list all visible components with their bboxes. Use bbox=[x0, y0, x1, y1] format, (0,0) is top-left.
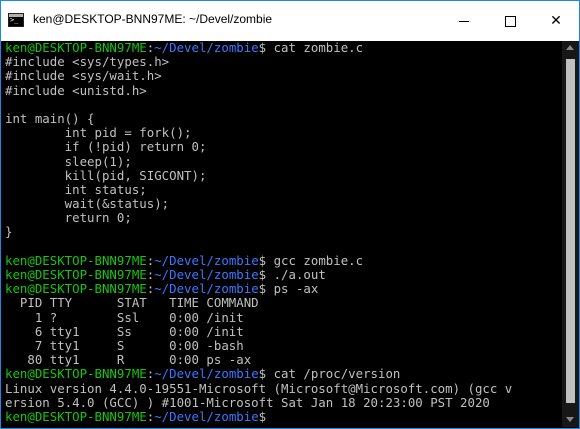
prompt-user: ken@DESKTOP-BNN97ME bbox=[5, 408, 147, 424]
terminal-window: ken@DESKTOP-BNN97ME: ~/Devel/zombie ✕ ke… bbox=[0, 0, 580, 429]
command-text: $ ./a.out bbox=[258, 267, 326, 282]
output-line: 1 ? Ssl 0:00 /init bbox=[5, 309, 555, 325]
prompt-path: ~/Devel/zombie bbox=[154, 41, 259, 55]
output-text: 7 tty1 S 0:00 -bash bbox=[5, 337, 244, 353]
prompt-path: ~/Devel/zombie bbox=[154, 281, 259, 297]
output-text: if (!pid) return 0; bbox=[5, 139, 207, 155]
scroll-up-arrow-icon[interactable] bbox=[566, 45, 574, 50]
prompt-user: ken@DESKTOP-BNN97ME bbox=[5, 366, 147, 382]
prompt-path: ~/Devel/zombie bbox=[154, 366, 259, 382]
command-text: $ cat /proc/version bbox=[258, 366, 401, 382]
terminal-output[interactable]: ken@DESKTOP-BNN97ME:~/Devel/zombie$ cat … bbox=[5, 41, 555, 427]
output-line: Linux version 4.4.0-19551-Microsoft (Mic… bbox=[5, 380, 555, 396]
output-line: 7 tty1 S 0:00 -bash bbox=[5, 337, 555, 353]
prompt-user: ken@DESKTOP-BNN97ME bbox=[5, 41, 147, 55]
prompt-line: ken@DESKTOP-BNN97ME:~/Devel/zombie$ cat … bbox=[5, 41, 555, 55]
output-text: 80 tty1 R 0:00 ps -ax bbox=[5, 352, 252, 368]
prompt-path: ~/Devel/zombie bbox=[154, 408, 259, 424]
maximize-icon bbox=[504, 15, 516, 27]
output-text: #include <unistd.h> bbox=[5, 82, 147, 98]
output-line: int pid = fork(); bbox=[5, 126, 555, 140]
output-line: 80 tty1 R 0:00 ps -ax bbox=[5, 353, 555, 367]
close-button[interactable]: ✕ bbox=[533, 1, 579, 41]
output-line: } bbox=[5, 225, 555, 239]
output-text: kill(pid, SIGCONT); bbox=[5, 167, 207, 183]
output-line: #include <sys/types.h> bbox=[5, 55, 555, 69]
output-line: #include <sys/wait.h> bbox=[5, 69, 555, 83]
output-text: int pid = fork(); bbox=[5, 125, 192, 141]
command-text: $ ps -ax bbox=[258, 281, 319, 297]
output-line: wait(&status); bbox=[5, 196, 555, 212]
output-line: PID TTY STAT TIME COMMAND bbox=[5, 296, 555, 310]
prompt-line: ken@DESKTOP-BNN97ME:~/Devel/zombie$ ./a.… bbox=[5, 267, 555, 282]
prompt-path: ~/Devel/zombie bbox=[154, 252, 259, 268]
output-line: kill(pid, SIGCONT); bbox=[5, 167, 555, 183]
prompt-user: ken@DESKTOP-BNN97ME bbox=[5, 281, 147, 297]
scrollbar-thumb[interactable] bbox=[566, 59, 575, 403]
minimize-button[interactable] bbox=[441, 1, 487, 41]
command-text: $ bbox=[258, 408, 267, 424]
output-text: return 0; bbox=[5, 210, 132, 226]
output-text: wait(&status); bbox=[5, 196, 170, 212]
prompt-path: ~/Devel/zombie bbox=[154, 267, 259, 282]
output-text: PID TTY STAT TIME COMMAND bbox=[5, 295, 259, 311]
command-text: $ cat zombie.c bbox=[258, 41, 364, 55]
output-text: } bbox=[5, 224, 13, 240]
prompt-user: ken@DESKTOP-BNN97ME bbox=[5, 252, 147, 268]
scroll-down-arrow-icon[interactable] bbox=[566, 417, 574, 422]
command-text: $ gcc zombie.c bbox=[258, 252, 364, 268]
maximize-button[interactable] bbox=[487, 1, 533, 41]
prompt-line: ken@DESKTOP-BNN97ME:~/Devel/zombie$ bbox=[5, 408, 555, 424]
vertical-scrollbar[interactable] bbox=[562, 41, 579, 427]
output-text: 1 ? Ssl 0:00 /init bbox=[5, 309, 244, 325]
window-title: ken@DESKTOP-BNN97ME: ~/Devel/zombie bbox=[33, 12, 273, 26]
output-text: sleep(1); bbox=[5, 153, 132, 169]
output-text: int main() { bbox=[5, 110, 95, 126]
output-line: 6 tty1 Ss 0:00 /init bbox=[5, 323, 555, 339]
output-line: ersion 5.4.0 (GCC) ) #1001-Microsoft Sat… bbox=[5, 394, 555, 410]
output-text: Linux version 4.4.0-19551-Microsoft (Mic… bbox=[5, 380, 513, 396]
close-icon: ✕ bbox=[550, 13, 562, 29]
output-line: sleep(1); bbox=[5, 153, 555, 169]
title-bar[interactable]: ken@DESKTOP-BNN97ME: ~/Devel/zombie ✕ bbox=[1, 1, 579, 41]
output-text: 6 tty1 Ss 0:00 /init bbox=[5, 323, 244, 339]
output-line: #include <unistd.h> bbox=[5, 82, 555, 98]
prompt-line: ken@DESKTOP-BNN97ME:~/Devel/zombie$ cat … bbox=[5, 367, 555, 381]
minimize-icon bbox=[459, 20, 469, 22]
prompt-user: ken@DESKTOP-BNN97ME bbox=[5, 267, 147, 282]
output-text: int status; bbox=[5, 181, 147, 197]
output-line: if (!pid) return 0; bbox=[5, 140, 555, 154]
terminal-icon[interactable] bbox=[8, 13, 24, 27]
output-text: #include <sys/wait.h> bbox=[5, 68, 162, 84]
output-text: #include <sys/types.h> bbox=[5, 54, 170, 70]
output-line: return 0; bbox=[5, 211, 555, 225]
output-line: int status; bbox=[5, 181, 555, 197]
output-line: int main() { bbox=[5, 110, 555, 126]
prompt-line: ken@DESKTOP-BNN97ME:~/Devel/zombie$ gcc … bbox=[5, 252, 555, 268]
prompt-line: ken@DESKTOP-BNN97ME:~/Devel/zombie$ ps -… bbox=[5, 282, 555, 296]
output-text: ersion 5.4.0 (GCC) ) #1001-Microsoft Sat… bbox=[5, 394, 490, 410]
